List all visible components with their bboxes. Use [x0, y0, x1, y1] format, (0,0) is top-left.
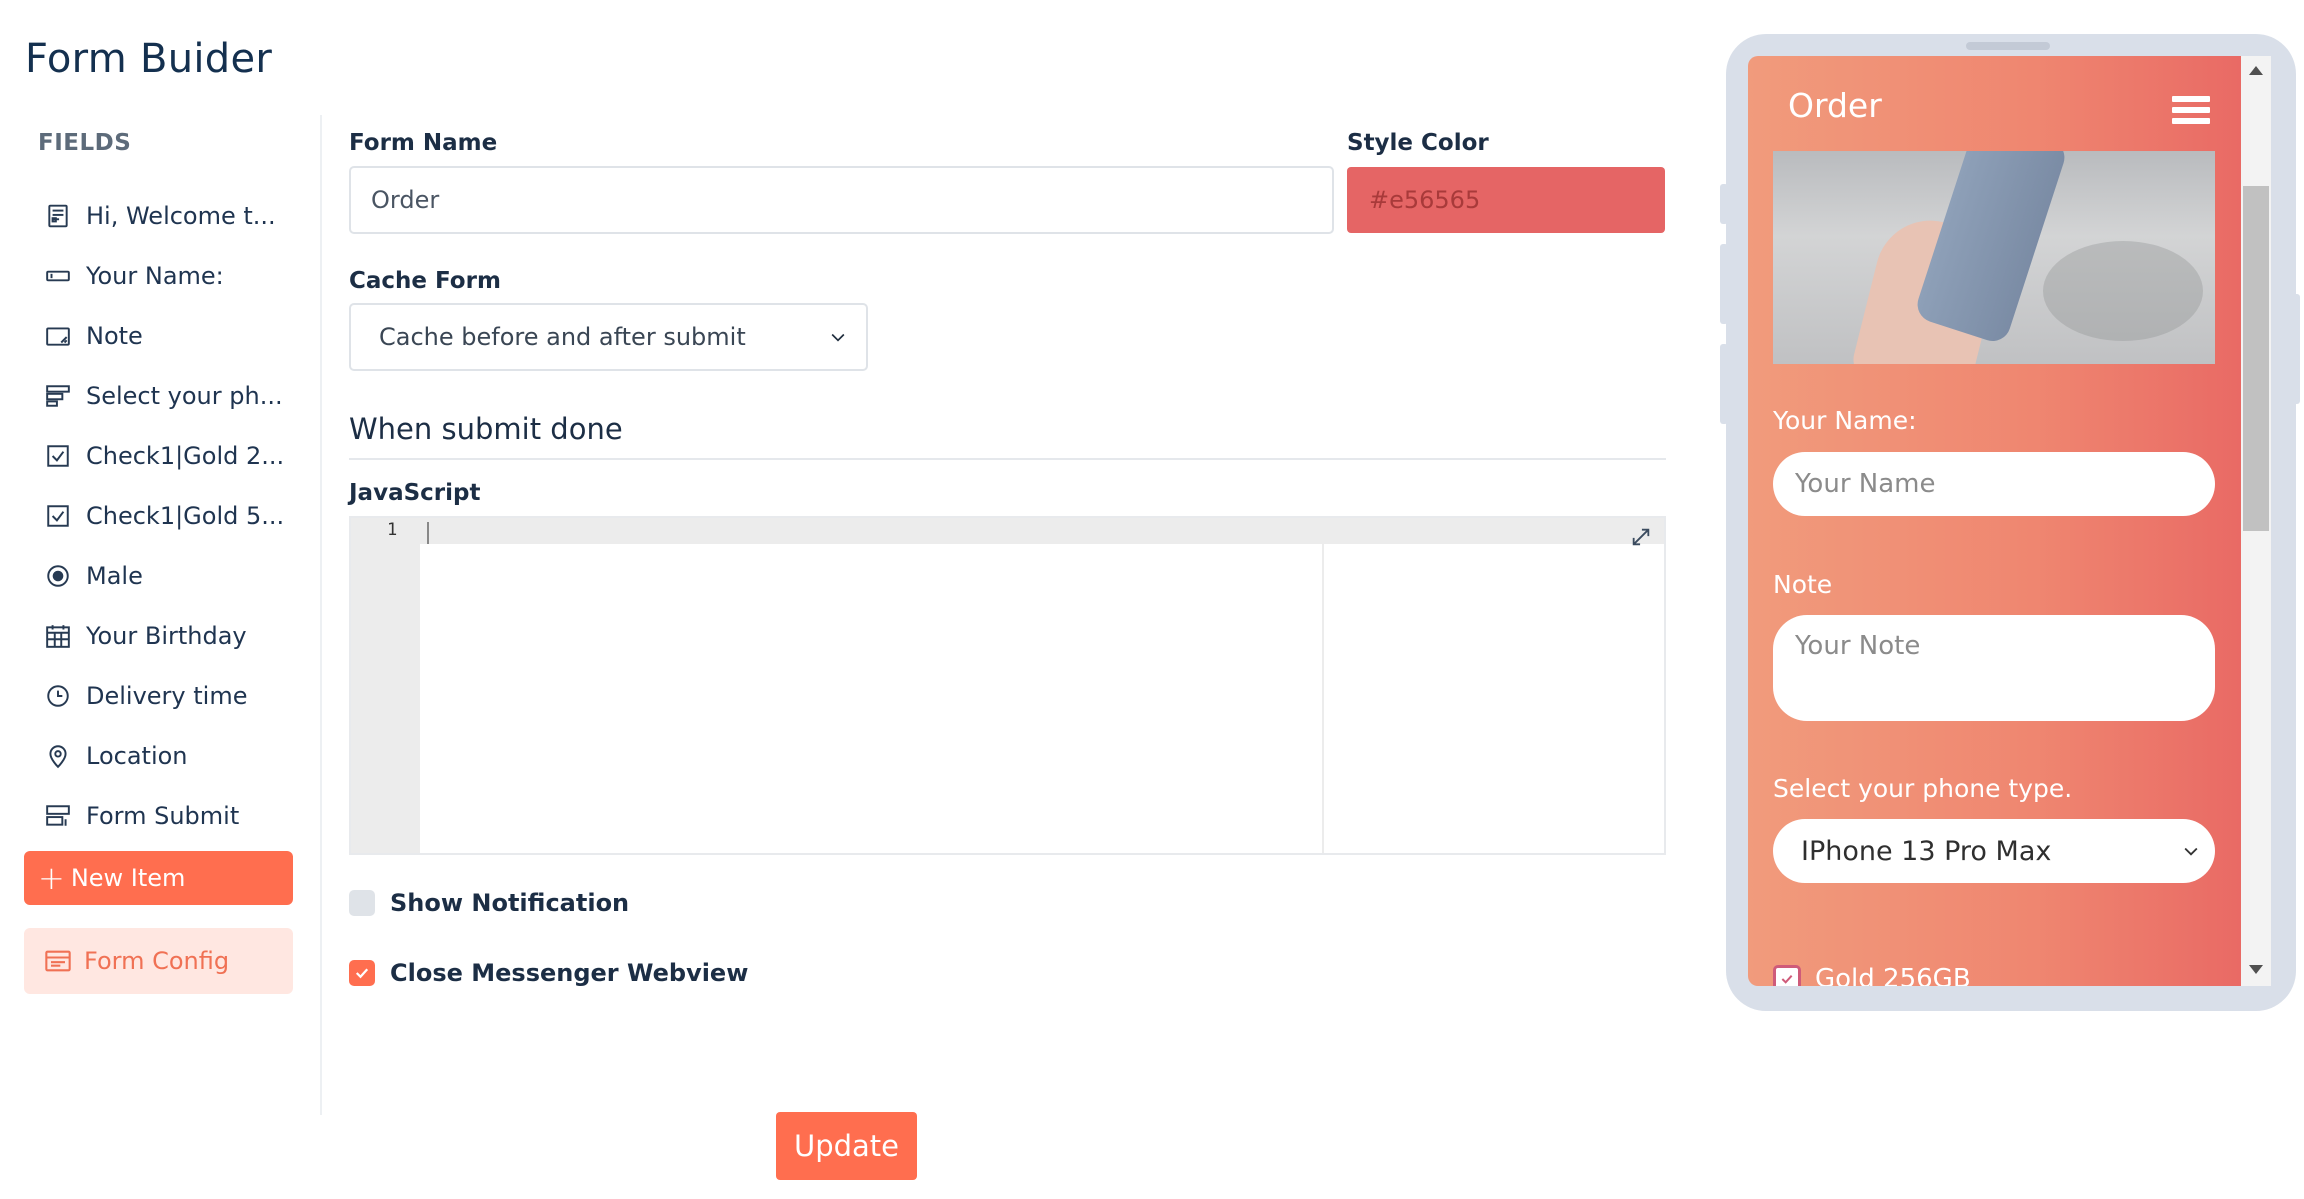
field-item-label: Your Name: [86, 262, 224, 290]
form-config-button[interactable]: Form Config [24, 928, 293, 994]
checkbox-checked [1773, 965, 1801, 986]
form-config-label: Form Config [84, 947, 230, 975]
javascript-label: JavaScript [349, 480, 481, 506]
chevron-down-icon [2184, 847, 2198, 856]
field-item-welcome[interactable]: Hi, Welcome t... [0, 186, 300, 246]
close-webview-checkbox[interactable]: Close Messenger Webview [349, 959, 748, 987]
page-title: Form Buider [25, 36, 273, 82]
cache-form-value: Cache before and after submit [379, 323, 746, 351]
phone-side-button [1720, 344, 1728, 424]
radio-icon [44, 562, 72, 590]
code-gutter [351, 518, 420, 853]
field-item-male[interactable]: Male [0, 546, 300, 606]
cache-form-label: Cache Form [349, 268, 501, 294]
field-item-label: Check1|Gold 2... [86, 442, 285, 470]
field-item-label: Delivery time [86, 682, 248, 710]
clock-icon [44, 682, 72, 710]
new-item-button[interactable]: + New Item [24, 851, 293, 905]
text-input-icon [44, 262, 72, 290]
preview-gold-checkbox[interactable]: Gold 256GB [1773, 964, 1971, 986]
code-active-line [351, 518, 1664, 544]
style-color-label: Style Color [1347, 130, 1489, 156]
textarea-icon [44, 322, 72, 350]
field-item-label: Note [86, 322, 143, 350]
phone-side-button [1720, 244, 1728, 324]
field-item-label: Select your ph... [86, 382, 283, 410]
check-icon [355, 968, 369, 979]
check-icon [1781, 974, 1793, 984]
field-item-note[interactable]: Note [0, 306, 300, 366]
field-item-your-name[interactable]: Your Name: [0, 246, 300, 306]
expand-icon[interactable] [1630, 526, 1654, 550]
plus-icon: + [38, 859, 65, 897]
location-pin-icon [44, 742, 72, 770]
phone-side-button [2292, 294, 2300, 404]
field-item-select-phone[interactable]: Select your ph... [0, 366, 300, 426]
checkbox-icon [44, 502, 72, 530]
field-item-check-gold-2[interactable]: Check1|Gold 5... [0, 486, 300, 546]
scroll-thumb[interactable] [2243, 186, 2269, 531]
line-number: 1 [387, 520, 398, 540]
submit-section-title: When submit done [349, 412, 623, 446]
checkbox-checked [349, 960, 375, 986]
close-webview-label: Close Messenger Webview [390, 959, 749, 987]
preview-name-input[interactable]: Your Name [1773, 452, 2215, 516]
preview-note-placeholder: Your Note [1795, 631, 1921, 661]
field-item-label: Male [86, 562, 143, 590]
chevron-down-icon [828, 325, 852, 349]
update-button[interactable]: Update [776, 1112, 917, 1180]
field-item-birthday[interactable]: Your Birthday [0, 606, 300, 666]
preview-checkbox-label: Gold 256GB [1815, 964, 1971, 986]
phone-notch [1966, 42, 2050, 50]
form-submit-icon [44, 802, 72, 830]
code-divider [1322, 518, 1324, 853]
field-item-label: Your Birthday [86, 622, 247, 650]
section-divider [349, 458, 1666, 460]
field-item-check-gold-1[interactable]: Check1|Gold 2... [0, 426, 300, 486]
preview-scrollbar[interactable] [2241, 56, 2271, 986]
text-block-icon [44, 202, 72, 230]
scroll-up-arrow-icon[interactable] [2249, 66, 2263, 75]
select-list-icon [44, 382, 72, 410]
style-color-input[interactable]: #e56565 [1347, 167, 1665, 233]
new-item-label: New Item [70, 864, 186, 892]
preview-note-label: Note [1773, 570, 1833, 599]
hamburger-menu-icon[interactable] [2172, 96, 2210, 126]
preview-name-placeholder: Your Name [1795, 469, 1936, 499]
show-notification-checkbox[interactable]: Show Notification [349, 889, 629, 917]
field-item-location[interactable]: Location [0, 726, 300, 786]
field-item-delivery-time[interactable]: Delivery time [0, 666, 300, 726]
fields-heading: FIELDS [38, 130, 132, 156]
calendar-icon [44, 622, 72, 650]
field-item-label: Form Submit [86, 802, 240, 830]
form-config-icon [45, 950, 71, 972]
scroll-down-arrow-icon[interactable] [2249, 965, 2263, 974]
preview-note-textarea[interactable]: Your Note [1773, 615, 2215, 721]
text-cursor [427, 522, 429, 544]
phone-screen: Order Your Name: Your Name Note Your Not… [1748, 56, 2271, 986]
checkbox-unchecked [349, 890, 375, 916]
form-name-input[interactable] [349, 166, 1334, 234]
show-notification-label: Show Notification [390, 889, 630, 917]
preview-phone-type-select[interactable]: IPhone 13 Pro Max [1773, 819, 2215, 883]
preview-name-label: Your Name: [1773, 406, 1917, 435]
field-item-label: Location [86, 742, 188, 770]
preview-title: Order [1788, 86, 1882, 125]
phone-side-button [1720, 184, 1728, 224]
field-item-label: Check1|Gold 5... [86, 502, 285, 530]
preview-product-image [1773, 151, 2215, 364]
field-item-form-submit[interactable]: Form Submit [0, 786, 300, 846]
preview-phone-type-label: Select your phone type. [1773, 774, 2073, 803]
field-item-label: Hi, Welcome t... [86, 202, 276, 230]
form-name-label: Form Name [349, 130, 498, 156]
cache-form-select[interactable]: Cache before and after submit [349, 303, 868, 371]
phone-preview-frame: Order Your Name: Your Name Note Your Not… [1720, 34, 2300, 1011]
preview-phone-type-value: IPhone 13 Pro Max [1801, 835, 2052, 867]
phone-shape [1912, 151, 2070, 346]
checkbox-icon [44, 442, 72, 470]
javascript-code-editor[interactable]: 1 [349, 516, 1666, 855]
